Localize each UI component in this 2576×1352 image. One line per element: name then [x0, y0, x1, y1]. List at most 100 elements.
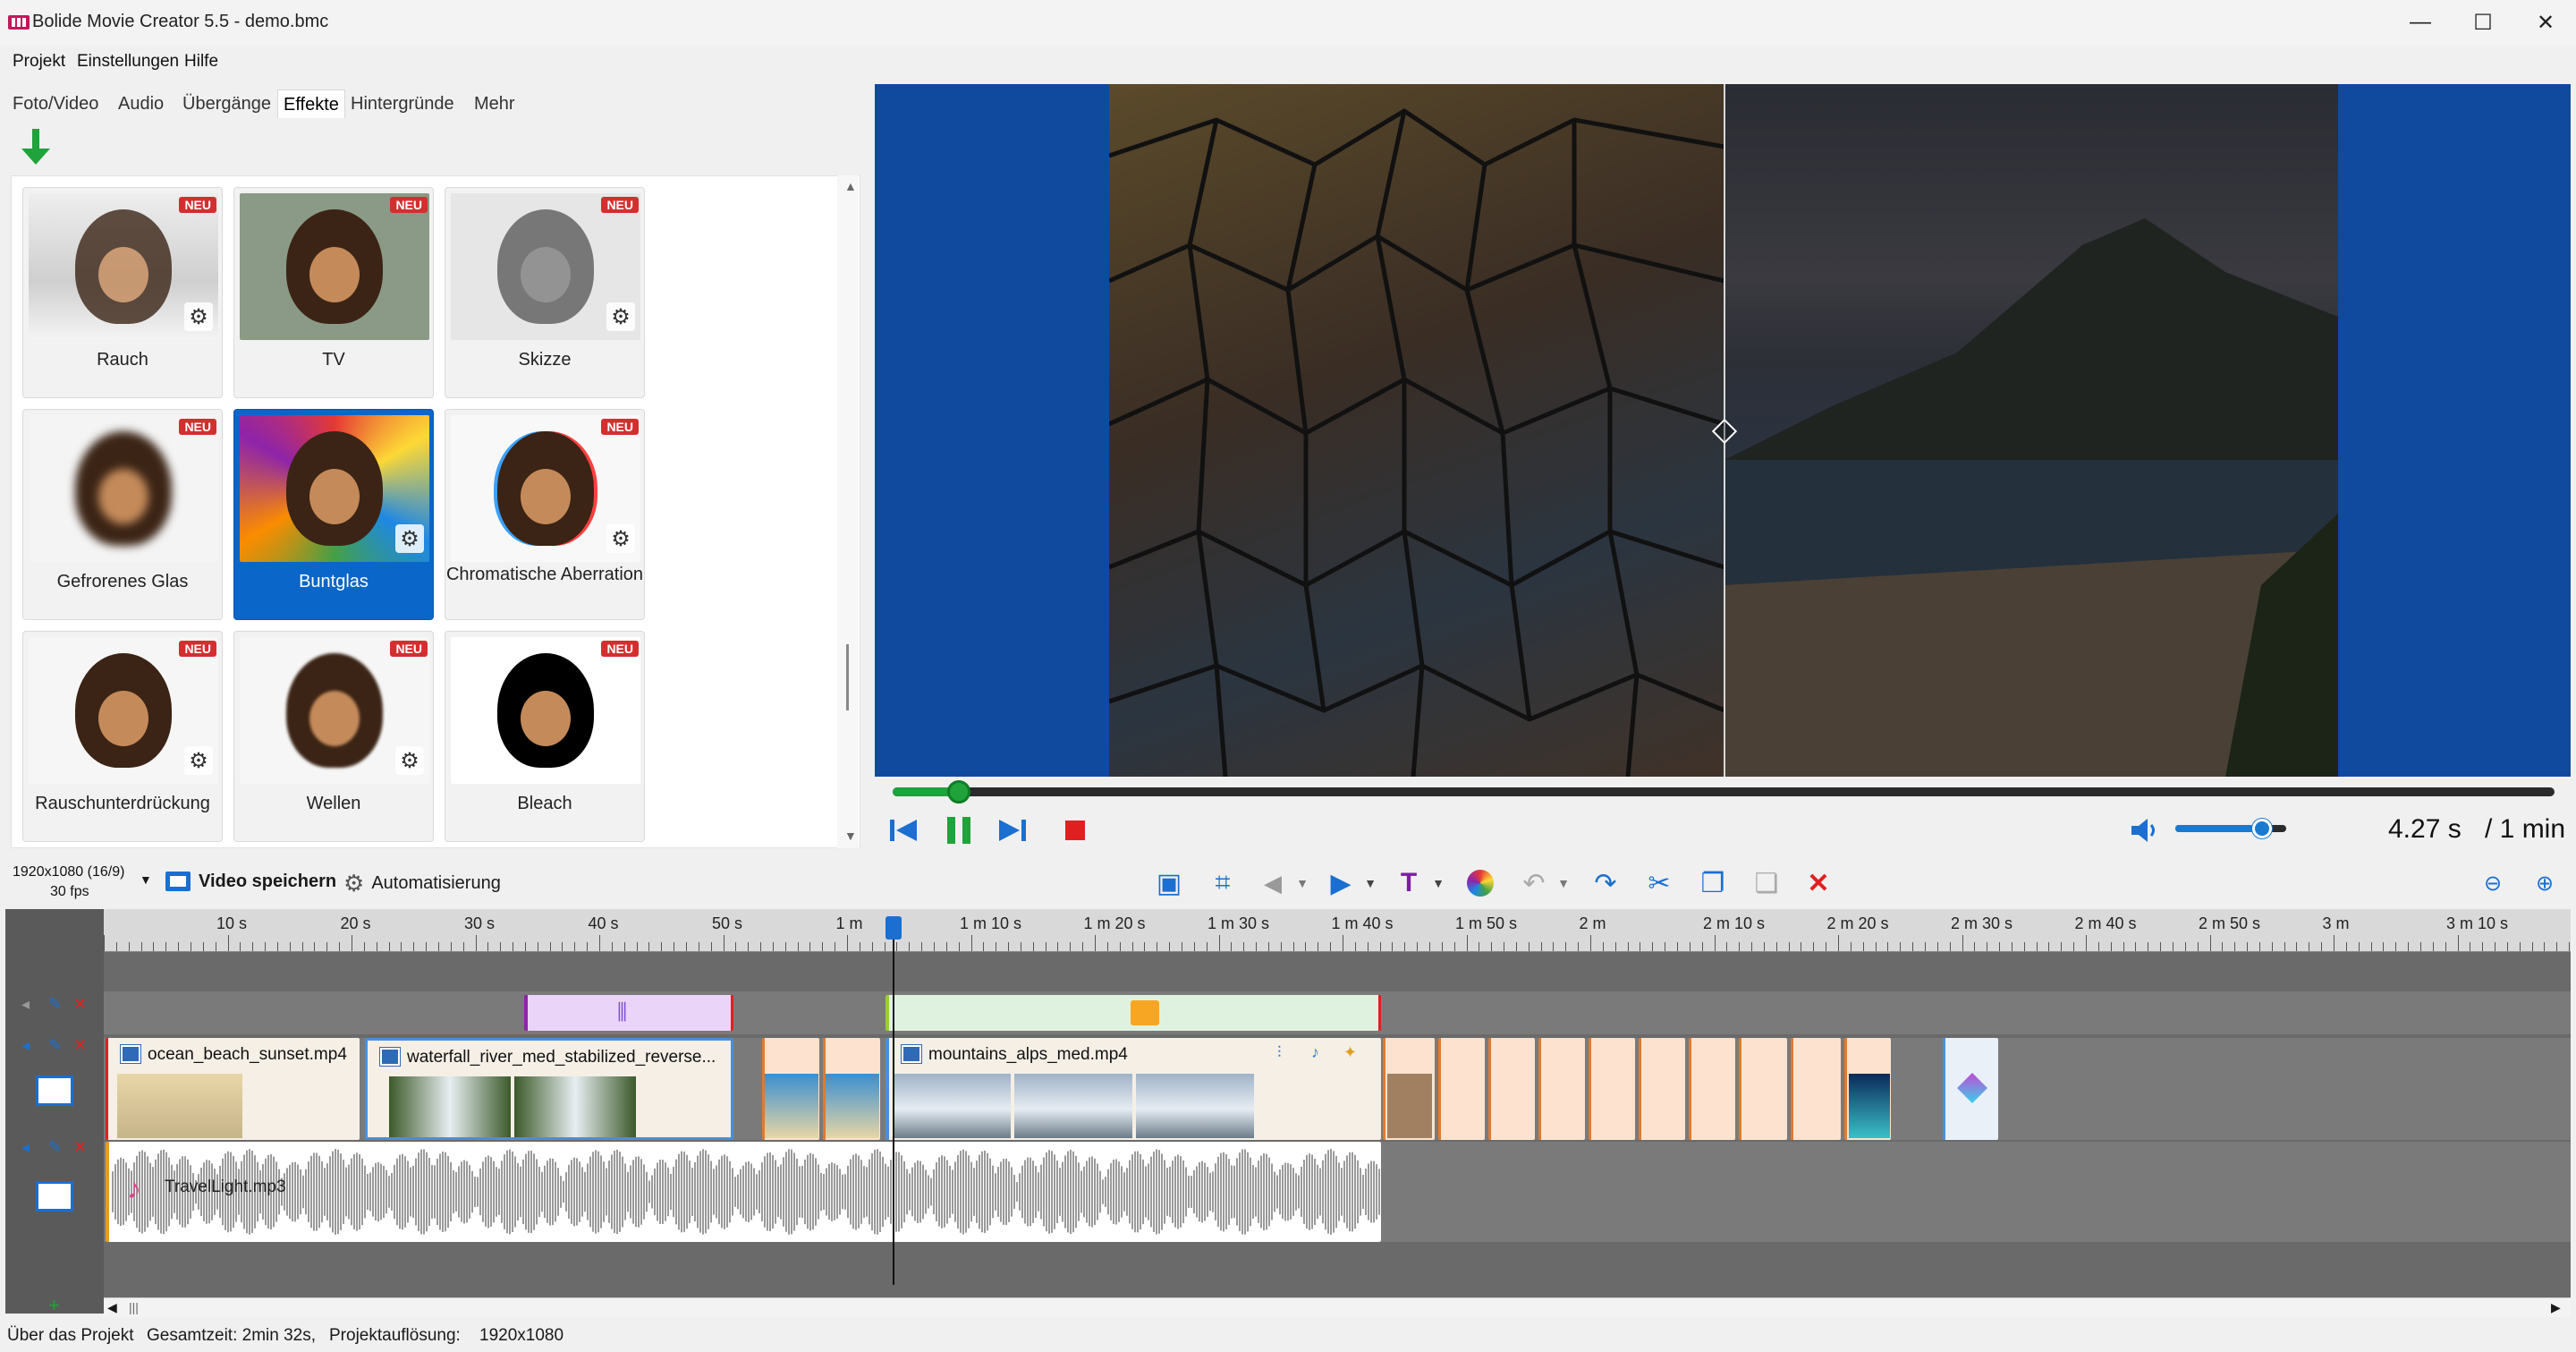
screen-capture-icon[interactable]: ▣	[1152, 866, 1186, 900]
playhead-line[interactable]	[893, 918, 894, 1285]
playhead-handle[interactable]	[886, 916, 902, 940]
zoom-in-icon[interactable]: ⊕	[2528, 866, 2562, 900]
photo-clip[interactable]	[1383, 1038, 1435, 1140]
scroll-thumb-grip[interactable]: |||	[129, 1300, 139, 1314]
close-window-button[interactable]: ✕	[2510, 0, 2576, 45]
photo-clip[interactable]	[1639, 1038, 1685, 1140]
photo-clip[interactable]	[1791, 1038, 1841, 1140]
settings-gear-icon[interactable]: ⚙	[606, 524, 635, 553]
volume-handle[interactable]	[2252, 819, 2272, 838]
effect-tile-bleach[interactable]: NEU Bleach	[445, 631, 645, 842]
transition-end-clip[interactable]	[1943, 1038, 1998, 1140]
audio-clip-travellight[interactable]: ♪ TravelLight.mp3	[106, 1142, 1381, 1242]
photo-clip[interactable]	[1488, 1038, 1535, 1140]
photo-clip[interactable]	[1689, 1038, 1735, 1140]
progress-handle[interactable]	[947, 780, 970, 804]
track-lock-icon[interactable]: ✎	[48, 1036, 62, 1055]
track-delete-icon[interactable]: ✕	[73, 1036, 87, 1055]
video-clip-mountains[interactable]: mountains_alps_med.mp4 ⫶ ♪ ✦	[886, 1038, 1381, 1140]
audio-effect-clip[interactable]: ⫼	[524, 995, 733, 1031]
resolution-dropdown-icon[interactable]: ▼	[140, 872, 152, 887]
mute-speaker-icon[interactable]: ◀	[1256, 866, 1290, 900]
track-lock-icon[interactable]: ✎	[48, 1138, 62, 1157]
download-arrow-icon[interactable]	[18, 127, 54, 166]
photo-clip[interactable]	[1438, 1038, 1485, 1140]
media-dropdown-icon[interactable]: ▼	[1361, 866, 1379, 900]
tab-hintergruende[interactable]: Hintergründe	[345, 89, 460, 118]
playback-progress-bar[interactable]	[893, 780, 2555, 804]
pause-button[interactable]	[941, 814, 977, 846]
menu-projekt[interactable]: Projekt	[13, 52, 65, 72]
menu-hilfe[interactable]: Hilfe	[184, 52, 218, 72]
scissors-icon[interactable]: ✂	[1642, 866, 1676, 900]
timeline-horizontal-scrollbar[interactable]: ◀ ||| ▶	[104, 1297, 2571, 1317]
photo-clip[interactable]	[1589, 1038, 1635, 1140]
photo-clip[interactable]	[1844, 1038, 1891, 1140]
image-effect-clip[interactable]	[886, 995, 1381, 1031]
effect-tile-chromatische-aberration[interactable]: NEU ⚙ Chromatische Aberration	[445, 409, 645, 620]
tab-uebergaenge[interactable]: Übergänge	[177, 89, 276, 118]
track-mute-icon[interactable]: ◂	[21, 1138, 30, 1157]
effect-tile-rauschunterdrueckung[interactable]: NEU ⚙ Rauschunterdrückung	[22, 631, 223, 842]
media-insert-icon[interactable]: ▶	[1324, 866, 1358, 900]
photo-clip[interactable]	[1538, 1038, 1585, 1140]
add-track-icon[interactable]: +	[48, 1294, 60, 1317]
tab-effekte[interactable]: Effekte	[277, 89, 345, 118]
text-tool-icon[interactable]: T	[1392, 866, 1426, 900]
scroll-right-arrow-icon[interactable]: ▶	[2551, 1300, 2561, 1315]
text-dropdown-icon[interactable]: ▼	[1429, 866, 1447, 900]
effect-tile-wellen[interactable]: NEU ⚙ Wellen	[233, 631, 434, 842]
scroll-left-arrow-icon[interactable]: ◀	[107, 1300, 117, 1315]
zoom-out-icon[interactable]: ⊖	[2476, 866, 2510, 900]
track-mute-icon[interactable]: ◂	[21, 1036, 30, 1055]
tab-foto-video[interactable]: Foto/Video	[7, 89, 104, 118]
scroll-thumb[interactable]	[846, 644, 849, 710]
tab-mehr[interactable]: Mehr	[469, 89, 521, 118]
delete-icon[interactable]: ✕	[1801, 866, 1835, 900]
skip-back-button[interactable]	[886, 814, 921, 846]
track-delete-icon[interactable]: ✕	[73, 995, 87, 1014]
scroll-down-arrow-icon[interactable]: ▼	[844, 829, 857, 843]
save-video-button[interactable]: Video speichern	[165, 870, 336, 893]
time-ruler[interactable]: 10 s 20 s 30 s 40 s 50 s 1 m 1 m 10 s 1 m 20 s 1…	[104, 909, 2571, 952]
effect-tile-skizze[interactable]: NEU ⚙ Skizze	[445, 187, 645, 398]
clip-audio-icon[interactable]: ♪	[1311, 1043, 1319, 1062]
mute-dropdown-icon[interactable]: ▼	[1293, 866, 1311, 900]
crop-icon[interactable]: ⌗	[1206, 866, 1240, 900]
photo-clip[interactable]	[1739, 1038, 1787, 1140]
color-filter-icon[interactable]	[1463, 866, 1497, 900]
resolution-selector[interactable]: 1920x1080 (16/9) 30 fps	[13, 863, 124, 902]
track-mute-icon[interactable]: ◂	[21, 995, 30, 1014]
clip-effect-icon[interactable]: ✦	[1343, 1043, 1357, 1062]
skip-forward-button[interactable]	[995, 814, 1030, 846]
copy-icon[interactable]: ❐	[1696, 866, 1730, 900]
settings-gear-icon[interactable]: ⚙	[606, 302, 635, 331]
scroll-up-arrow-icon[interactable]: ▲	[844, 179, 857, 193]
transition-clip[interactable]	[823, 1038, 880, 1140]
menu-einstellungen[interactable]: Einstellungen	[77, 52, 179, 72]
settings-gear-icon[interactable]: ⚙	[184, 746, 213, 775]
about-project-link[interactable]: Über das Projekt	[7, 1326, 134, 1346]
volume-slider[interactable]	[2175, 819, 2286, 838]
settings-gear-icon[interactable]: ⚙	[184, 302, 213, 331]
stop-button[interactable]	[1057, 814, 1093, 846]
minimize-button[interactable]: —	[2385, 0, 2456, 45]
video-clip-ocean[interactable]: ocean_beach_sunset.mp4	[106, 1038, 360, 1140]
effect-tile-tv[interactable]: NEU TV	[233, 187, 434, 398]
maximize-button[interactable]: ☐	[2447, 0, 2519, 45]
video-preview[interactable]	[875, 84, 2571, 777]
transition-clip[interactable]	[762, 1038, 819, 1140]
clip-settings-icon[interactable]: ⫶	[1277, 1043, 1282, 1062]
undo-icon[interactable]: ↶	[1517, 866, 1551, 900]
automation-button[interactable]: ⚙ Automatisierung	[343, 870, 501, 897]
track-delete-icon[interactable]: ✕	[73, 1138, 87, 1157]
volume-button[interactable]	[2127, 814, 2163, 846]
tab-audio[interactable]: Audio	[113, 89, 169, 118]
video-clip-waterfall[interactable]: waterfall_river_med_stabilized_reverse..…	[365, 1038, 733, 1140]
track-lock-icon[interactable]: ✎	[48, 995, 62, 1014]
effects-scrollbar[interactable]: ▲ ▼	[837, 175, 859, 848]
settings-gear-icon[interactable]: ⚙	[395, 746, 424, 775]
undo-dropdown-icon[interactable]: ▼	[1555, 866, 1572, 900]
settings-gear-icon[interactable]: ⚙	[395, 524, 424, 553]
effect-tile-gefrorenes-glas[interactable]: NEU Gefrorenes Glas	[22, 409, 223, 620]
